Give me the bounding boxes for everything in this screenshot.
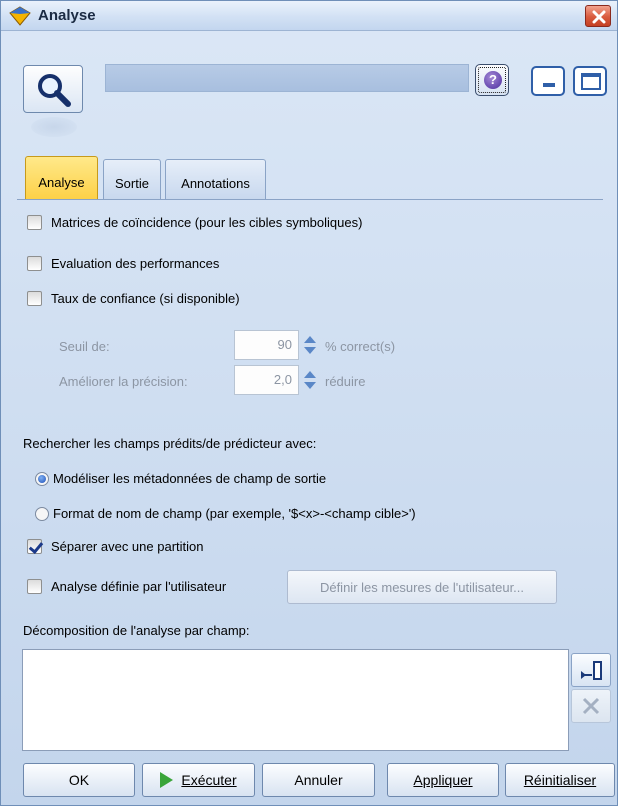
confidence-label: Taux de confiance (si disponible) [51,291,240,306]
title-bar[interactable]: Analyse [1,1,617,31]
coincidence-label: Matrices de coïncidence (pour les cibles… [51,215,363,230]
cancel-button[interactable]: Annuler [262,763,375,797]
node-name-bar [105,64,469,92]
search-heading: Rechercher les champs prédits/de prédict… [23,436,317,451]
reset-label: Réinitialiser [523,772,597,788]
radio-model-metadata-button[interactable] [35,471,49,486]
minimize-icon [543,83,555,87]
execute-button[interactable]: Exécuter [142,763,255,797]
radio-field-name-format-label: Format de nom de champ (par exemple, '$<… [53,506,416,521]
tab-annotations[interactable]: Annotations [165,159,266,199]
maximize-button[interactable] [573,66,607,96]
partition-option[interactable]: Séparer avec une partition [27,539,203,554]
user-analysis-label: Analyse définie par l'utilisateur [51,579,227,594]
spin-up-icon [304,371,316,378]
help-icon: ? [484,71,502,89]
close-button[interactable] [585,5,611,27]
reset-button[interactable]: Réinitialiser [505,763,615,797]
partition-label: Séparer avec une partition [51,539,204,554]
radio-model-metadata-label: Modéliser les métadonnées de champ de so… [53,471,327,486]
magnifier-icon [38,74,71,107]
precision-unit: réduire [325,374,366,389]
precision-input[interactable]: 2,0 [234,365,299,395]
node-icon-button[interactable] [23,65,83,113]
threshold-label: Seuil de: [59,339,110,354]
ok-button[interactable]: OK [23,763,135,797]
precision-spinner[interactable] [301,365,319,395]
diamond-node-icon [9,6,31,26]
radio-field-name-format[interactable]: Format de nom de champ (par exemple, '$<… [35,506,416,521]
confidence-checkbox[interactable] [27,291,42,306]
breakdown-heading: Décomposition de l'analyse par champ: [23,623,250,638]
tab-analyse[interactable]: Analyse [25,156,98,200]
close-icon [592,10,606,24]
tab-sortie[interactable]: Sortie [103,159,161,199]
user-analysis-option[interactable]: Analyse définie par l'utilisateur [27,579,226,594]
analyse-dialog: Analyse ? Analyse Sortie Annotations Mat… [0,0,618,806]
pick-field-button[interactable] [571,653,611,687]
coincidence-option[interactable]: Matrices de coïncidence (pour les cibles… [27,215,362,230]
tab-divider [17,199,603,200]
precision-label: Améliorer la précision: [59,374,188,389]
field-picker-icon [581,661,602,680]
coincidence-checkbox[interactable] [27,215,42,230]
apply-button[interactable]: Appliquer [387,763,499,797]
confidence-option[interactable]: Taux de confiance (si disponible) [27,291,240,306]
performance-checkbox[interactable] [27,256,42,271]
threshold-unit: % correct(s) [325,339,396,354]
threshold-input[interactable]: 90 [234,330,299,360]
performance-label: Evaluation des performances [51,256,220,271]
breakdown-field-list[interactable] [22,649,569,751]
node-icon-reflection [31,117,77,137]
spin-down-icon [304,382,316,389]
performance-option[interactable]: Evaluation des performances [27,256,219,271]
maximize-icon [581,73,601,90]
delete-field-button[interactable] [571,689,611,723]
execute-label: Exécuter [181,772,237,788]
play-icon [160,772,174,788]
spin-up-icon [304,336,316,343]
minimize-button[interactable] [531,66,565,96]
radio-model-metadata[interactable]: Modéliser les métadonnées de champ de so… [35,471,326,486]
radio-field-name-format-button[interactable] [35,506,49,521]
threshold-spinner[interactable] [301,330,319,360]
window-title: Analyse [38,7,96,24]
help-button[interactable]: ? [475,64,509,96]
define-user-measures-button[interactable]: Définir les mesures de l'utilisateur... [287,570,557,604]
apply-label: Appliquer [413,772,473,788]
partition-checkbox[interactable] [27,539,42,554]
user-analysis-checkbox[interactable] [27,579,42,594]
spin-down-icon [304,347,316,354]
delete-x-icon [582,697,600,715]
